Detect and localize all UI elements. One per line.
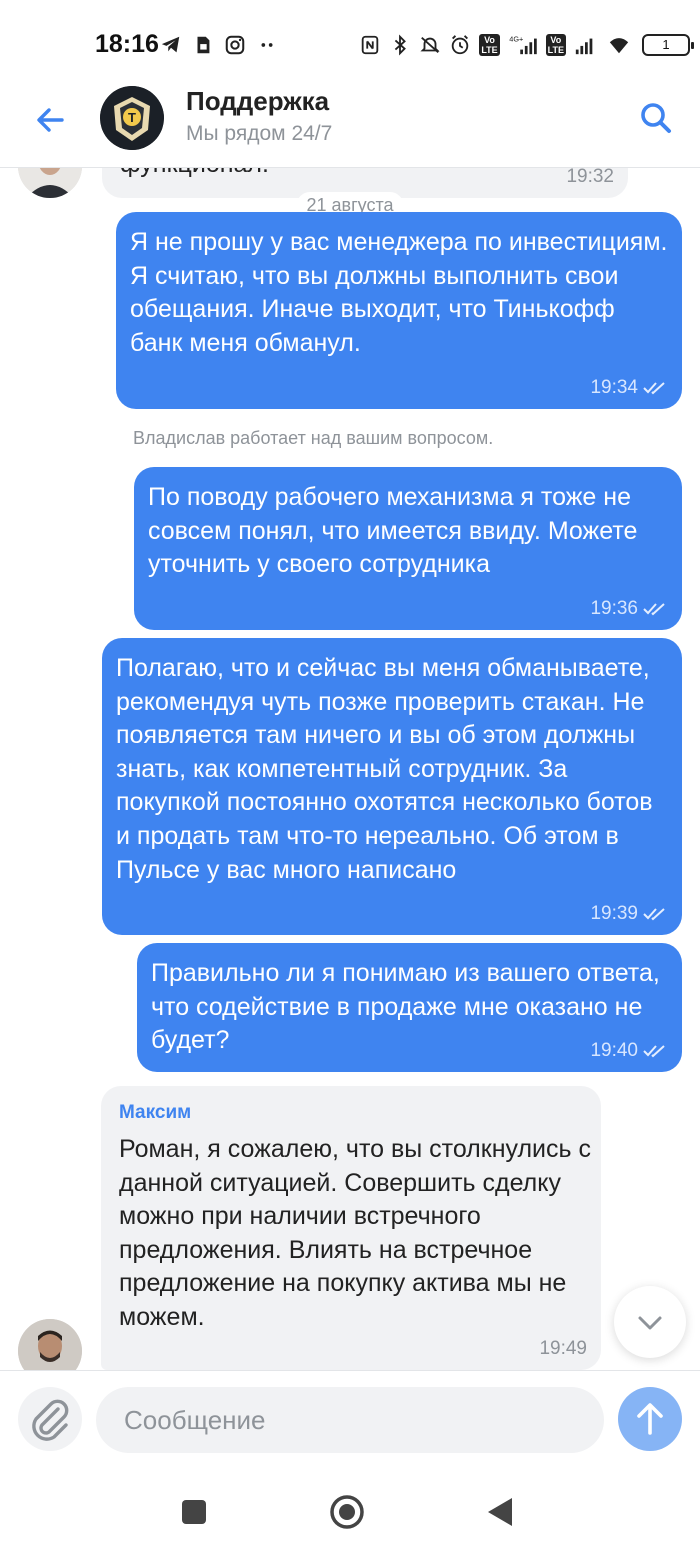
- message-time: 19:40: [590, 1040, 638, 1061]
- bluetooth-icon: [395, 34, 407, 56]
- message-meta: 19:49: [539, 1338, 587, 1360]
- agent-avatar[interactable]: [18, 168, 82, 198]
- arrow-up-icon: [637, 1403, 663, 1435]
- attach-button[interactable]: [18, 1387, 82, 1451]
- system-note: Владислав работает над вашим вопросом.: [133, 428, 494, 448]
- message-bubble-outgoing[interactable]: Полагаю, что и сейчас вы меня обманывает…: [102, 638, 682, 935]
- agent-avatar[interactable]: [18, 1319, 82, 1370]
- message-composer: [0, 1370, 700, 1470]
- message-bubble-outgoing[interactable]: Правильно ли я понимаю из вашего ответа,…: [137, 943, 682, 1072]
- bank-logo-icon: Т: [100, 86, 164, 150]
- wifi-icon: [609, 38, 629, 54]
- instagram-icon: [225, 35, 245, 55]
- more-dots-icon: [261, 43, 273, 47]
- message-meta: 19:36: [590, 598, 668, 620]
- nfc-icon: [362, 35, 379, 55]
- message-bubble-outgoing[interactable]: По поводу рабочего механизма я тоже не с…: [134, 467, 682, 630]
- message-text: функционал.: [120, 168, 269, 182]
- sim-card-icon: [197, 36, 210, 54]
- system-nav-bar: [0, 1470, 700, 1556]
- status-time: 18:16: [95, 30, 159, 58]
- chat-header: Т Поддержка Мы рядом 24/7: [0, 86, 700, 168]
- signal-4g-icon: 4G+: [509, 34, 537, 55]
- status-bar: 18:16 Vo LTE 4G+ Vo LTE 1: [0, 0, 700, 86]
- message-input[interactable]: [96, 1387, 604, 1453]
- message-text: По поводу рабочего механизма я тоже не с…: [148, 483, 638, 579]
- back-icon[interactable]: [482, 1492, 522, 1532]
- message-sender: Максим: [119, 1102, 192, 1123]
- person-photo: [18, 1319, 82, 1370]
- person-photo: [18, 168, 82, 198]
- volte-icon-2: Vo LTE: [545, 34, 566, 56]
- message-meta: 19:40: [590, 1040, 668, 1062]
- double-check-icon: [643, 1045, 665, 1058]
- double-check-icon: [643, 382, 665, 395]
- double-check-icon: [643, 603, 665, 616]
- signal-icon: [575, 38, 593, 55]
- message-time: 19:36: [590, 598, 638, 619]
- svg-text:Т: Т: [128, 110, 136, 125]
- message-meta: 19:32: [566, 168, 614, 188]
- message-text: Роман, я сожалею, что вы столкнулись с д…: [119, 1135, 591, 1331]
- svg-text:4G+: 4G+: [509, 34, 523, 43]
- battery-icon: 1: [642, 34, 694, 56]
- send-button[interactable]: [618, 1387, 682, 1451]
- message-text: Я не прошу у вас менеджера по инвестиция…: [130, 228, 668, 357]
- chat-title: Поддержка: [186, 86, 330, 116]
- home-icon[interactable]: [327, 1492, 367, 1532]
- status-notification-icons: [160, 31, 278, 59]
- status-system-icons: Vo LTE 4G+ Vo LTE 1: [359, 31, 694, 59]
- paperclip-icon: [32, 1399, 69, 1441]
- chat-subtitle: Мы рядом 24/7: [186, 122, 333, 145]
- search-icon[interactable]: [636, 98, 676, 138]
- chat-area[interactable]: функционал. 19:32 21 августа Я не прошу …: [0, 168, 700, 1370]
- chevron-down-icon: [638, 1316, 662, 1330]
- mute-icon: [420, 36, 440, 54]
- message-meta: 19:34: [590, 377, 668, 399]
- scroll-down-button[interactable]: [614, 1286, 686, 1358]
- message-time: 19:39: [590, 903, 638, 924]
- arrow-left-icon[interactable]: [30, 100, 70, 140]
- message-time: 19:49: [539, 1338, 587, 1359]
- telegram-icon: [161, 36, 180, 53]
- message-time: 19:32: [566, 168, 614, 187]
- support-avatar[interactable]: Т: [100, 86, 164, 150]
- message-time: 19:34: [590, 377, 638, 398]
- message-meta: 19:39: [590, 903, 668, 925]
- message-bubble-incoming[interactable]: Максим Роман, я сожалею, что вы столкнул…: [101, 1086, 601, 1370]
- message-bubble-outgoing[interactable]: Я не прошу у вас менеджера по инвестиция…: [116, 212, 682, 409]
- double-check-icon: [643, 908, 665, 921]
- recent-apps-icon[interactable]: [174, 1492, 214, 1532]
- volte-icon: Vo LTE: [479, 34, 500, 56]
- alarm-icon: [452, 35, 469, 55]
- message-text: Полагаю, что и сейчас вы меня обманывает…: [116, 654, 653, 884]
